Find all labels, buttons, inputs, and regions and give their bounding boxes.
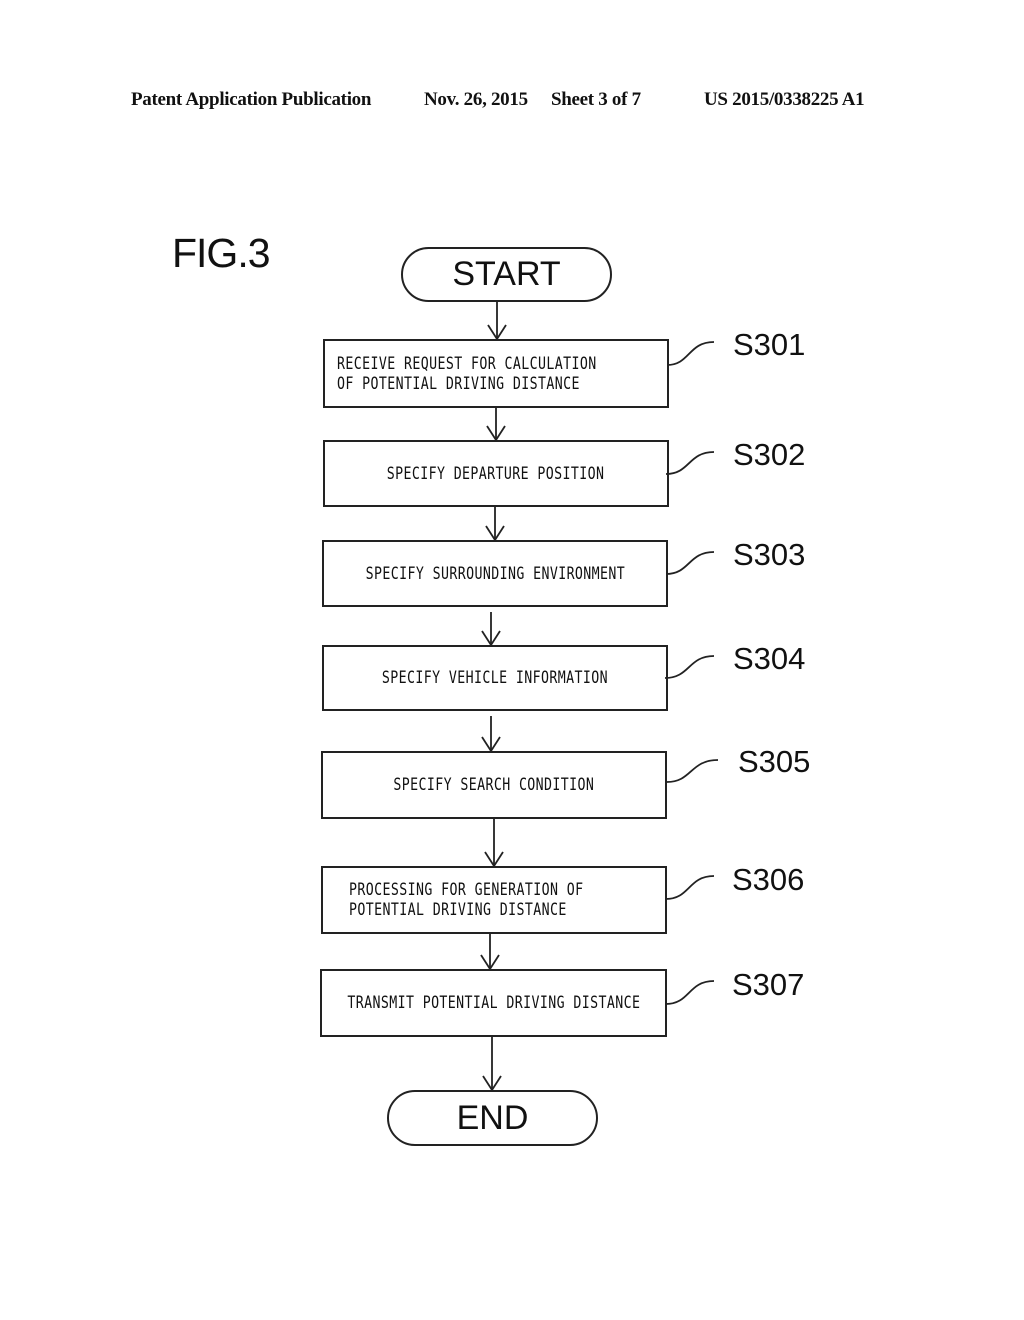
step-label-s301: S301	[733, 327, 806, 362]
leader-s302	[665, 451, 715, 475]
arrow-s305-s306	[484, 818, 504, 868]
step-box-s307: TRANSMIT POTENTIAL DRIVING DISTANCE	[320, 969, 667, 1037]
step-text-line: SPECIFY SEARCH CONDITION	[393, 775, 595, 795]
step-text-line: SPECIFY SURROUNDING ENVIRONMENT	[365, 563, 625, 584]
step-label-s307: S307	[732, 967, 805, 1002]
step-box-s301: RECEIVE REQUEST FOR CALCULATION OF POTEN…	[323, 339, 669, 408]
step-box-s304: SPECIFY VEHICLE INFORMATION	[322, 645, 668, 711]
leader-s304	[664, 655, 715, 679]
step-text-line: TRANSMIT POTENTIAL DRIVING DISTANCE	[346, 993, 641, 1013]
step-box-s305: SPECIFY SEARCH CONDITION	[321, 751, 667, 819]
leader-s305	[666, 759, 719, 783]
leader-s301	[666, 341, 715, 366]
leader-s303	[665, 551, 715, 575]
step-text-line: SPECIFY DEPARTURE POSITION	[387, 463, 605, 484]
arrow-s307-end	[482, 1036, 502, 1092]
step-label-s303: S303	[733, 537, 806, 572]
start-terminal: START	[401, 247, 612, 302]
arrow-s302-s303	[485, 506, 505, 542]
step-label-s304: S304	[733, 641, 806, 676]
leader-s307	[665, 980, 715, 1005]
step-label-s302: S302	[733, 437, 806, 472]
arrow-s301-s302	[486, 407, 506, 442]
arrow-s303-s304	[481, 612, 501, 647]
arrow-s304-s305	[481, 716, 501, 753]
step-label-s306: S306	[732, 862, 805, 897]
step-box-s306: PROCESSING FOR GENERATION OF POTENTIAL D…	[321, 866, 667, 934]
step-text-line: PROCESSING FOR GENERATION OF	[349, 880, 584, 900]
step-text-line: POTENTIAL DRIVING DISTANCE	[349, 900, 567, 920]
step-text-line: SPECIFY VEHICLE INFORMATION	[381, 668, 609, 688]
leader-s306	[665, 875, 715, 900]
step-box-s302: SPECIFY DEPARTURE POSITION	[323, 440, 669, 507]
end-terminal: END	[387, 1090, 598, 1146]
arrow-start-s301	[487, 302, 507, 341]
step-box-s303: SPECIFY SURROUNDING ENVIRONMENT	[322, 540, 668, 607]
step-label-s305: S305	[738, 744, 811, 779]
step-text-line: OF POTENTIAL DRIVING DISTANCE	[337, 373, 580, 394]
arrow-s306-s307	[480, 933, 500, 971]
step-text-line: RECEIVE REQUEST FOR CALCULATION	[337, 353, 597, 374]
